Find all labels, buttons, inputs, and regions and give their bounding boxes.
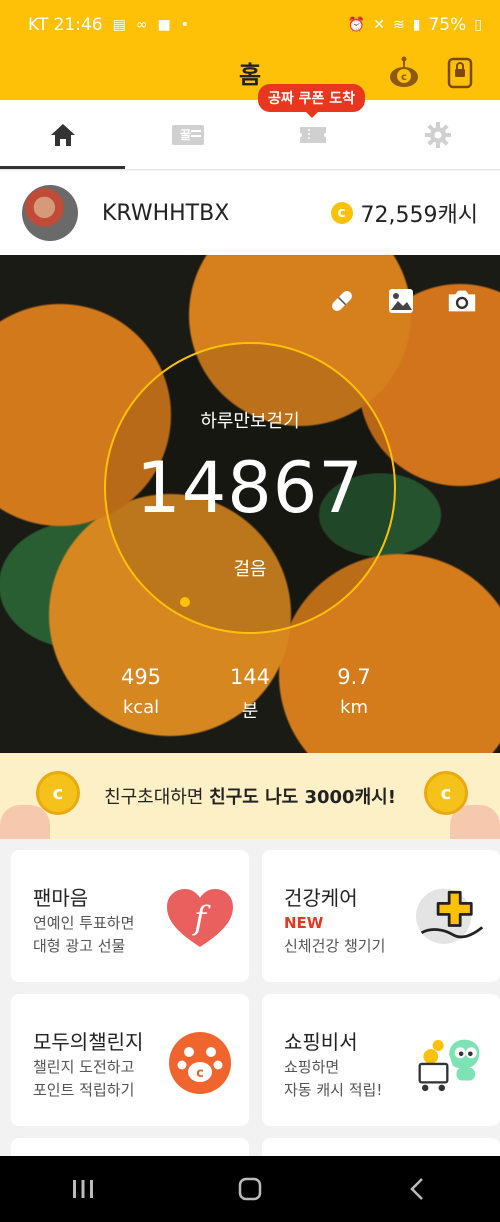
card-title: 모두의챌린지 (33, 1030, 144, 1054)
pill-button[interactable] (326, 285, 358, 317)
cash-balance[interactable]: c 72,559캐시 (330, 197, 478, 229)
card-line2: 대형 광고 선물 (33, 937, 126, 955)
card-subtitle: 연예인 투표하면 대형 광고 선물 (33, 912, 134, 958)
card-healthcare[interactable]: 건강케어 NEW 신체건강 챙기기 (262, 850, 500, 982)
battery-text: 75% (428, 15, 467, 35)
card-line1: 연예인 투표하면 (33, 914, 135, 932)
invite-text-bold: 친구도 나도 3000캐시! (209, 787, 396, 808)
card-new-badge: NEW (284, 914, 324, 932)
mute-icon: ✕ (373, 17, 386, 33)
ticket-icon: 꿀 (171, 124, 204, 145)
pedometer-hero: 하루만보걷기 14867 걸음 495 kcal 144 분 9.7 km (0, 255, 500, 753)
card-title: 건강케어 (284, 886, 358, 910)
tab-settings[interactable] (375, 100, 500, 169)
svg-text:c: c (196, 1066, 204, 1081)
card-subtitle: 챌린지 도전하고 포인트 적립하기 (33, 1056, 134, 1102)
invite-text: 친구초대하면 친구도 나도 3000캐시! (104, 783, 396, 809)
coupon-badge[interactable]: 공짜 쿠폰 도착 (258, 84, 366, 118)
profile-row: KRWHHTBX c 72,559캐시 (0, 171, 500, 255)
lock-button[interactable] (442, 54, 478, 90)
coin-mascot-button[interactable]: c (386, 54, 422, 90)
card-line2: 포인트 적립하기 (33, 1081, 135, 1099)
card-line1: 챌린지 도전하고 (33, 1058, 135, 1076)
gear-icon (424, 121, 451, 148)
svg-text:꿀: 꿀 (180, 128, 191, 142)
link-icon: ∞ (135, 17, 148, 33)
card-line2: 자동 캐시 적립! (284, 1081, 383, 1099)
pedometer-label: 하루만보걷기 (200, 411, 300, 432)
card-fanmaum[interactable]: 팬마음 연예인 투표하면 대형 광고 선물 f (11, 850, 249, 982)
left-hand-illustration (0, 805, 50, 839)
home-nav-icon (238, 1177, 262, 1201)
tab-ticket[interactable]: 꿀 (125, 100, 250, 169)
avatar[interactable] (22, 185, 78, 241)
pill-icon (332, 291, 352, 311)
camera-button[interactable] (446, 285, 478, 317)
distance-value: 9.7 (337, 665, 371, 689)
left-coin-icon: c (36, 771, 80, 815)
tab-home[interactable] (0, 100, 125, 169)
stat-calories: 495 kcal (101, 665, 181, 718)
home-nav-button[interactable] (220, 1164, 280, 1214)
minutes-unit: 분 (241, 701, 259, 722)
healthcare-plus-icon (416, 884, 486, 954)
card-line2: 신체건강 챙기기 (284, 937, 386, 955)
signal-icon: ▮ (412, 17, 421, 33)
coupon-icon (299, 126, 326, 143)
carrier-time: KT 21:46 (28, 15, 103, 35)
card-title: 쇼핑비서 (284, 1030, 358, 1054)
challenge-paw-icon: c (165, 1028, 235, 1098)
invite-banner[interactable]: c 친구초대하면 친구도 나도 3000캐시! c (0, 753, 500, 839)
fanmaum-heart-icon: f (165, 884, 235, 954)
card-line1: 쇼핑하면 (284, 1058, 340, 1076)
image-icon (389, 289, 413, 313)
cash-amount: 72,559캐시 (360, 203, 478, 228)
recent-apps-button[interactable] (53, 1164, 113, 1214)
svg-text:c: c (401, 72, 407, 83)
invite-text-plain: 친구초대하면 (104, 787, 210, 808)
lock-icon (447, 57, 473, 89)
step-unit: 걸음 (233, 559, 267, 580)
card-shopping[interactable]: 쇼핑비서 쇼핑하면 자동 캐시 적립! (262, 994, 500, 1126)
home-icon (50, 123, 75, 146)
card-challenge[interactable]: 모두의챌린지 챌린지 도전하고 포인트 적립하기 c (11, 994, 249, 1126)
calories-unit: kcal (122, 697, 160, 718)
image-button[interactable] (385, 285, 417, 317)
alarm-icon: ⏰ (347, 17, 366, 33)
stat-distance: 9.7 km (314, 665, 394, 718)
tab-bar: 꿀 (0, 100, 500, 170)
progress-dot (180, 597, 190, 607)
wifi-icon: ≋ (393, 17, 405, 33)
back-button[interactable] (387, 1164, 447, 1214)
dot-icon: • (180, 17, 190, 33)
calories-value: 495 (120, 665, 162, 689)
message-icon: ▤ (112, 17, 126, 33)
cash-coin-icon: c (330, 202, 353, 224)
minutes-value: 144 (229, 665, 271, 689)
system-nav-bar (0, 1156, 500, 1222)
coin-mascot-icon: c (390, 56, 418, 87)
shopping-mascot-icon (416, 1028, 486, 1098)
camera-icon (448, 290, 476, 312)
status-bar: KT 21:46 ▤ ∞ ■ • ⏰ ✕ ≋ ▮ 75% ▯ (0, 0, 500, 50)
card-subtitle: 쇼핑하면 자동 캐시 적립! (284, 1056, 382, 1102)
distance-unit: km (340, 697, 368, 718)
right-coin-icon: c (424, 771, 468, 815)
card-subtitle: NEW 신체건강 챙기기 (284, 912, 385, 958)
page-title: 홈 (238, 60, 262, 89)
app-header: 홈 c (0, 44, 500, 100)
username: KRWHHTBX (102, 200, 230, 226)
card-title: 팬마음 (33, 886, 89, 910)
chat-icon: ■ (157, 17, 171, 33)
battery-icon: ▯ (474, 17, 482, 33)
recent-apps-icon (73, 1180, 94, 1198)
stat-minutes: 144 분 (210, 665, 290, 723)
step-count: 14867 (136, 447, 364, 529)
back-icon (409, 1178, 423, 1200)
